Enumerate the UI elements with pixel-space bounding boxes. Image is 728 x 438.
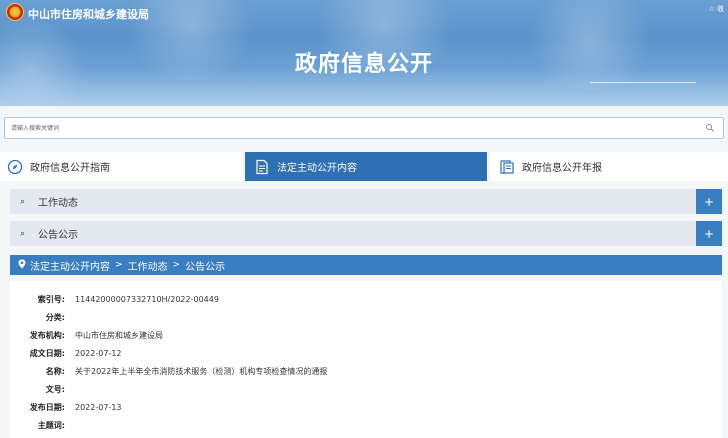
expand-button[interactable]: + <box>696 189 722 214</box>
info-row: 发布日期: 2022-07-13 <box>10 399 122 415</box>
search-input[interactable] <box>5 118 695 138</box>
breadcrumb-link[interactable]: 法定主动公开内容 <box>30 258 110 273</box>
info-key: 索引号: <box>37 294 65 304</box>
accordion-announcements[interactable]: ⌕ 公告公示 + <box>10 221 722 246</box>
info-key: 成文日期: <box>29 348 65 358</box>
tab-label: 政府信息公开指南 <box>30 163 110 174</box>
info-row: 分类: <box>10 309 75 325</box>
document-info-panel: 索引号: 11442000007332710H/2022-00449 分类: 发… <box>10 281 722 438</box>
info-value: 2022-07-13 <box>75 402 122 412</box>
pin-icon: ⌕ <box>20 228 26 239</box>
info-value: 关于2022年上半年全市消防技术服务（检测）机构专项检查情况的通报 <box>75 366 328 376</box>
breadcrumb-link[interactable]: 工作动态 <box>128 258 168 273</box>
info-key: 文号: <box>45 384 65 394</box>
compass-icon <box>6 158 24 176</box>
tab-public-info-guide[interactable]: 政府信息公开指南 <box>0 152 242 181</box>
info-value: 中山市住房和城乡建设局 <box>75 330 163 340</box>
site-name[interactable]: 中山市住房和城乡建设局 <box>28 6 149 22</box>
info-value: 11442000007332710H/2022-00449 <box>75 294 219 304</box>
tab-annual-report[interactable]: 政府信息公开年报 <box>490 152 728 181</box>
banner-divider <box>590 82 696 83</box>
info-row: 名称: 关于2022年上半年全市消防技术服务（检测）机构专项检查情况的通报 <box>10 363 328 379</box>
info-key: 名称: <box>45 366 65 376</box>
page-title: 政府信息公开 <box>294 52 433 77</box>
accordion-label: 公告公示 <box>38 230 78 241</box>
tab-label: 政府信息公开年报 <box>522 163 602 174</box>
info-key: 主题词: <box>37 420 65 430</box>
pin-icon: ⌕ <box>20 196 26 207</box>
breadcrumb-link[interactable]: 公告公示 <box>185 258 225 273</box>
tab-label: 法定主动公开内容 <box>277 163 357 174</box>
breadcrumb: 法定主动公开内容 > 工作动态 > 公告公示 <box>10 255 722 275</box>
search-icon[interactable] <box>705 123 715 133</box>
info-row: 成文日期: 2022-07-12 <box>10 345 122 361</box>
info-row: 主题词: <box>10 417 75 433</box>
expand-button[interactable]: + <box>696 221 722 246</box>
accordion-label: 工作动态 <box>38 198 78 209</box>
top-links[interactable]: ☆ 收 <box>708 4 724 14</box>
breadcrumb-separator: > <box>115 260 123 270</box>
breadcrumb-separator: > <box>172 260 181 270</box>
report-icon <box>498 158 516 176</box>
search-bar <box>4 117 724 139</box>
tab-statutory-disclosure[interactable]: 法定主动公开内容 <box>245 152 487 181</box>
info-row: 索引号: 11442000007332710H/2022-00449 <box>10 291 219 307</box>
info-key: 发布机构: <box>29 330 65 340</box>
header-banner: 中山市住房和城乡建设局 ☆ 收 政府信息公开 <box>0 0 728 106</box>
info-key: 分类: <box>45 312 65 322</box>
location-icon <box>18 259 26 272</box>
info-value: 2022-07-12 <box>75 348 122 358</box>
info-row: 发布机构: 中山市住房和城乡建设局 <box>10 327 163 343</box>
accordion-work-news[interactable]: ⌕ 工作动态 + <box>10 189 722 214</box>
info-row: 文号: <box>10 381 75 397</box>
info-key: 发布日期: <box>29 402 65 412</box>
national-emblem-icon <box>6 3 24 21</box>
document-icon <box>253 158 271 176</box>
